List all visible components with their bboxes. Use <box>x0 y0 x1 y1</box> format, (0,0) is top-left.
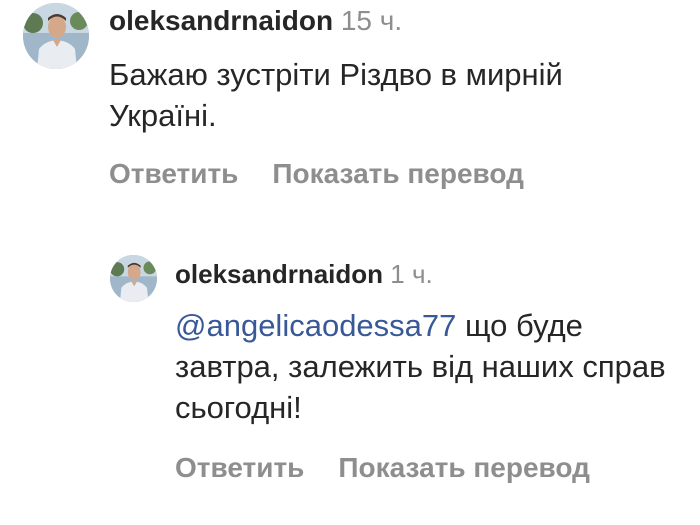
comment-author[interactable]: oleksandrnaidon 15 ч. <box>109 5 402 37</box>
show-translation-button[interactable]: Показать перевод <box>272 158 524 189</box>
comment-text: Бажаю зустріти Різдво в мирній Україні. <box>109 57 563 133</box>
timestamp: 1 ч. <box>390 259 433 289</box>
comment-actions: Ответить Показать перевод <box>175 452 590 484</box>
timestamp: 15 ч. <box>340 5 403 36</box>
comment-actions: Ответить Показать перевод <box>109 158 524 190</box>
comment-author[interactable]: oleksandrnaidon 1 ч. <box>175 259 433 290</box>
comment-text: @angelicaodessa77 що буде завтра, залежи… <box>175 306 675 429</box>
reply-button[interactable]: Ответить <box>175 452 304 483</box>
avatar[interactable] <box>110 255 157 302</box>
username[interactable]: oleksandrnaidon <box>175 259 383 289</box>
show-translation-button[interactable]: Показать перевод <box>338 452 590 483</box>
username[interactable]: oleksandrnaidon <box>109 5 333 36</box>
avatar[interactable] <box>23 3 89 69</box>
reply-button[interactable]: Ответить <box>109 158 238 189</box>
mention-link[interactable]: @angelicaodessa77 <box>175 308 456 343</box>
user-avatar-icon <box>23 3 89 69</box>
user-avatar-icon <box>110 255 157 302</box>
